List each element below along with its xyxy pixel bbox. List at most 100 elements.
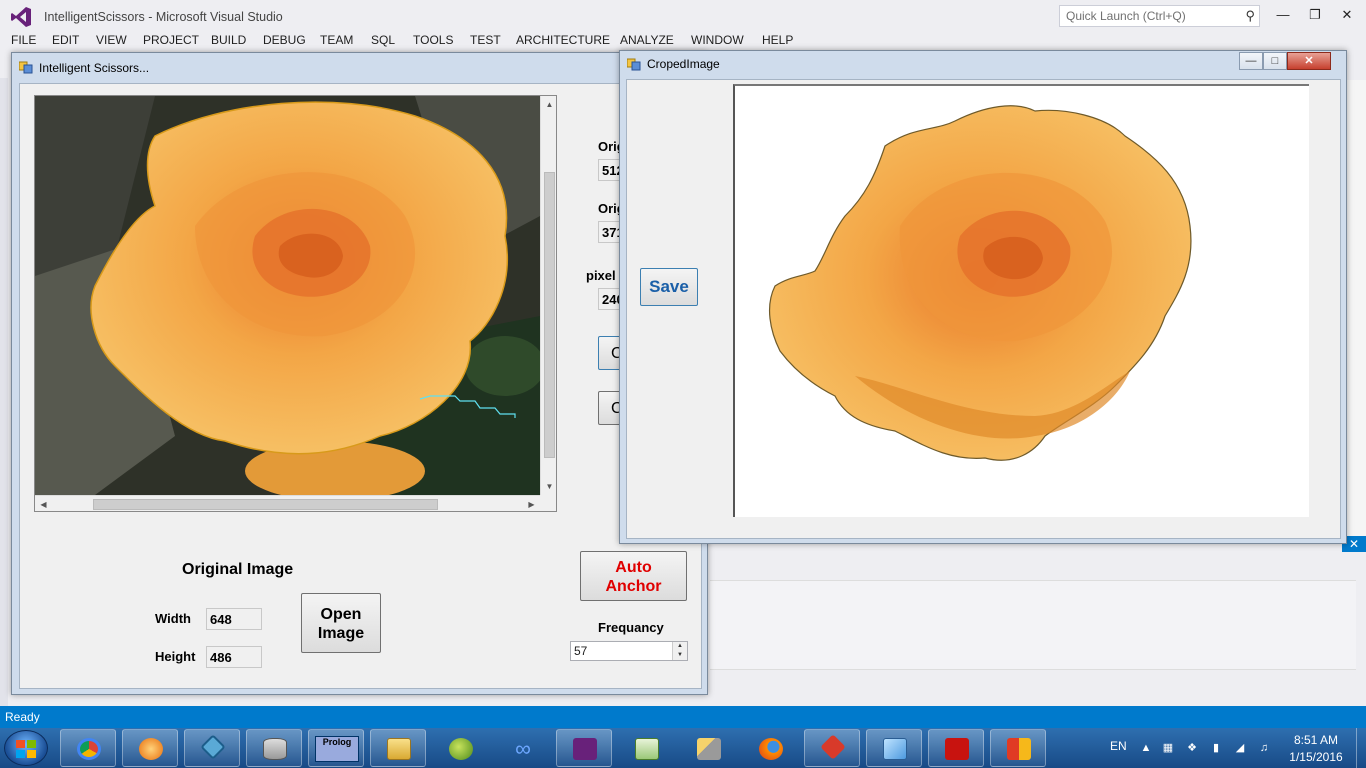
menu-file[interactable]: FILE xyxy=(11,33,36,47)
volume-icon[interactable]: ♫ xyxy=(1258,742,1270,754)
minimize-icon[interactable]: — xyxy=(1239,52,1263,70)
chrome-icon xyxy=(77,738,101,760)
menu-test[interactable]: TEST xyxy=(470,33,501,47)
dropbox-tray-icon[interactable]: ❖ xyxy=(1186,742,1198,754)
visual-studio-logo-icon xyxy=(11,7,31,27)
menu-build[interactable]: BUILD xyxy=(211,33,246,47)
original-image-picture-box[interactable]: ▲ ▼ ◀ ▶ xyxy=(34,95,557,512)
taskbar-office[interactable] xyxy=(990,729,1046,767)
taskbar-prolog[interactable]: Prolog xyxy=(308,729,364,767)
scroll-up-icon[interactable]: ▲ xyxy=(541,96,556,113)
taskbar-ubuntu[interactable] xyxy=(122,729,178,767)
menu-architecture[interactable]: ARCHITECTURE xyxy=(516,33,610,47)
taskbar-infinity[interactable]: ∞ xyxy=(494,729,550,767)
clock-time[interactable]: 8:51 AM xyxy=(1286,733,1346,747)
form-client-area: ▲ ▼ ◀ ▶ Original Image Width 648 Height … xyxy=(19,83,702,689)
spin-down-icon[interactable]: ▼ xyxy=(673,651,687,660)
open-image-label-line2: Image xyxy=(317,625,365,642)
cropped-rose-image xyxy=(769,105,1192,461)
menu-debug[interactable]: DEBUG xyxy=(263,33,306,47)
network-tray-icon[interactable]: ▦ xyxy=(1162,742,1174,754)
taskbar-explorer[interactable] xyxy=(370,729,426,767)
menu-view[interactable]: VIEW xyxy=(96,33,127,47)
frequancy-stepper[interactable]: 57 ▲ ▼ xyxy=(570,641,688,661)
restore-icon[interactable]: ❐ xyxy=(1302,4,1328,26)
horizontal-scrollbar[interactable]: ◀ ▶ xyxy=(35,495,540,511)
window-caption[interactable]: CropedImage — □ ✕ xyxy=(620,51,1346,81)
auto-anchor-label-line2: Anchor xyxy=(605,578,662,595)
scroll-left-icon[interactable]: ◀ xyxy=(35,496,52,511)
language-indicator[interactable]: EN xyxy=(1110,739,1127,753)
form-client-area: Save xyxy=(626,79,1341,539)
form-app-icon xyxy=(19,61,33,74)
search-icon[interactable]: ⚲ xyxy=(1245,8,1255,24)
file-explorer-icon xyxy=(387,738,411,760)
quick-launch-placeholder: Quick Launch (Ctrl+Q) xyxy=(1066,9,1186,23)
taskbar-acrobat[interactable] xyxy=(928,729,984,767)
menu-project[interactable]: PROJECT xyxy=(143,33,199,47)
open-image-label-line1: Open xyxy=(320,606,362,623)
window-caption[interactable]: Intelligent Scissors... xyxy=(12,53,707,83)
taskbar-firefox[interactable] xyxy=(742,729,798,767)
minimize-icon[interactable]: — xyxy=(1270,4,1296,26)
office-icon xyxy=(1007,738,1031,760)
show-desktop-button[interactable] xyxy=(1356,728,1366,768)
spin-up-icon[interactable]: ▲ xyxy=(673,642,687,651)
tools-icon xyxy=(697,738,721,760)
menu-window[interactable]: WINDOW xyxy=(691,33,744,47)
prolog-icon: Prolog xyxy=(315,736,359,762)
width-label: Width xyxy=(155,611,191,626)
signal-tray-icon[interactable]: ◢ xyxy=(1234,742,1246,754)
start-button[interactable] xyxy=(4,730,48,766)
taskbar-notepad-plus[interactable] xyxy=(618,729,674,767)
original-image-label: Original Image xyxy=(182,561,294,578)
vertical-scroll-thumb[interactable] xyxy=(544,172,555,458)
taskbar-network[interactable] xyxy=(184,729,240,767)
croped-image-window: CropedImage — □ ✕ Save xyxy=(619,50,1347,544)
firefox-icon xyxy=(759,738,783,760)
acrobat-icon xyxy=(945,738,969,760)
save-button[interactable]: Save xyxy=(640,268,698,306)
scroll-down-icon[interactable]: ▼ xyxy=(541,478,556,495)
form-app-icon xyxy=(627,58,641,71)
taskbar-git[interactable] xyxy=(804,729,860,767)
status-bar: Ready xyxy=(0,706,1366,728)
menu-edit[interactable]: EDIT xyxy=(52,33,79,47)
height-label: Height xyxy=(155,649,196,664)
scroll-right-icon[interactable]: ▶ xyxy=(523,496,540,511)
vs-scrollbar[interactable] xyxy=(1345,80,1366,540)
menu-analyze[interactable]: ANALYZE xyxy=(620,33,674,47)
clock-date[interactable]: 1/15/2016 xyxy=(1286,750,1346,764)
window-title: IntelligentScissors - Microsoft Visual S… xyxy=(44,10,283,24)
cropped-image-picture-box[interactable] xyxy=(733,84,1309,517)
menu-tools[interactable]: TOOLS xyxy=(413,33,453,47)
close-icon[interactable]: ✕ xyxy=(1334,4,1360,26)
width-field[interactable]: 648 xyxy=(206,608,262,630)
auto-anchor-button[interactable]: Auto Anchor xyxy=(580,551,687,601)
maximize-icon[interactable]: □ xyxy=(1263,52,1287,70)
menu-sql[interactable]: SQL xyxy=(371,33,395,47)
wordpad-icon xyxy=(883,738,907,760)
quick-launch-input[interactable]: Quick Launch (Ctrl+Q) ⚲ xyxy=(1059,5,1260,27)
taskbar-database[interactable] xyxy=(246,729,302,767)
taskbar-visual-studio[interactable] xyxy=(556,729,612,767)
vs-title-bar: IntelligentScissors - Microsoft Visual S… xyxy=(0,0,1366,32)
menu-help[interactable]: HELP xyxy=(762,33,793,47)
close-icon[interactable]: ✕ xyxy=(1287,52,1331,70)
open-image-button[interactable]: Open Image xyxy=(301,593,381,653)
taskbar-chrome[interactable] xyxy=(60,729,116,767)
horizontal-scroll-thumb[interactable] xyxy=(93,499,438,510)
windows-logo-icon xyxy=(16,740,36,758)
power-tray-icon[interactable]: ▮ xyxy=(1210,742,1222,754)
taskbar-tools[interactable] xyxy=(680,729,736,767)
visual-studio-icon xyxy=(573,738,597,760)
taskbar-wordpad[interactable] xyxy=(866,729,922,767)
taskbar-eclipse[interactable] xyxy=(432,729,488,767)
status-text: Ready xyxy=(5,710,40,724)
vertical-scrollbar[interactable]: ▲ ▼ xyxy=(540,96,556,495)
taskbar: Prolog ∞ EN ▲ ▦ ❖ ▮ ◢ ♫ 8:51 AM 1/15/201… xyxy=(0,728,1366,768)
show-hidden-icons-icon[interactable]: ▲ xyxy=(1140,742,1152,754)
spin-buttons[interactable]: ▲ ▼ xyxy=(672,642,687,660)
menu-team[interactable]: TEAM xyxy=(320,33,353,47)
height-field[interactable]: 486 xyxy=(206,646,262,668)
